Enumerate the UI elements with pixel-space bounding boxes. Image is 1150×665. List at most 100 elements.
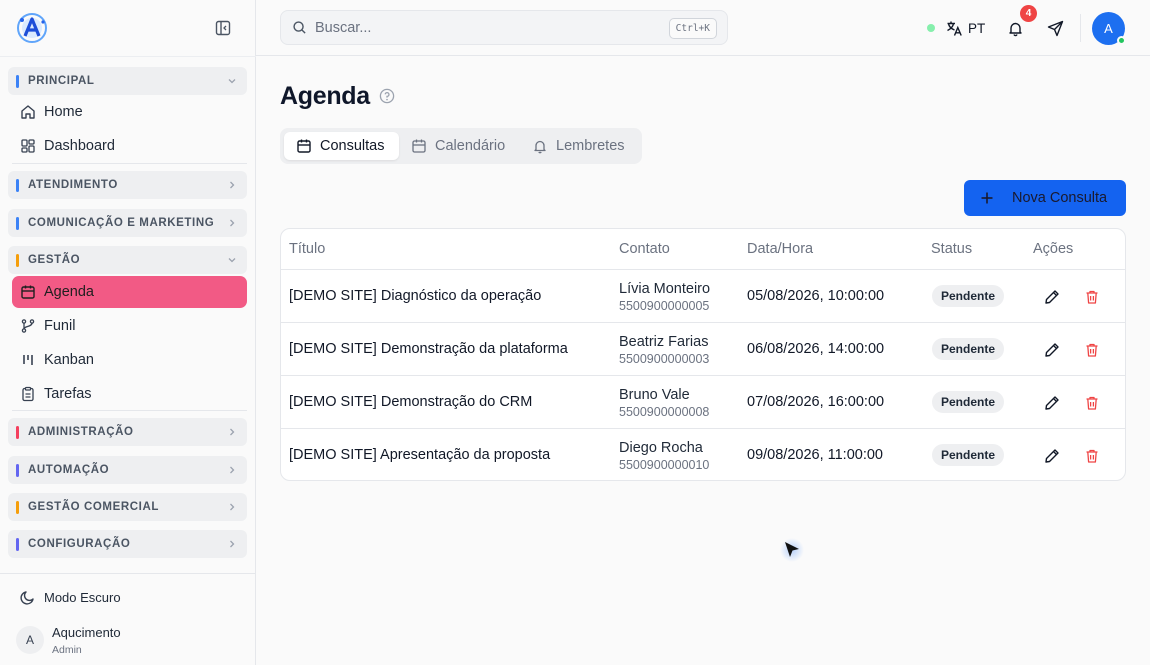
delete-button[interactable]	[1081, 286, 1103, 308]
online-status-dot	[927, 24, 935, 32]
calendar-icon	[296, 138, 312, 154]
contact-cell: Beatriz Farias 5500900000003	[619, 334, 709, 366]
sidebar-item-tarefas[interactable]: Tarefas	[12, 378, 247, 410]
table-header: Título Contato Data/Hora Status Ações	[281, 229, 1125, 270]
search-box[interactable]: Ctrl+K	[280, 10, 728, 45]
delete-button[interactable]	[1081, 392, 1103, 414]
dark-mode-toggle[interactable]: Modo Escuro	[12, 584, 247, 610]
section-comunicacao-marketing[interactable]: COMUNICAÇÃO E MARKETING	[8, 209, 247, 237]
sidebar-item-kanban[interactable]: Kanban	[12, 344, 247, 376]
language-code: PT	[968, 20, 986, 36]
section-color-bar	[16, 253, 19, 267]
sidebar-footer: Modo Escuro A Aqucimento Admin	[0, 573, 256, 665]
section-color-bar	[16, 74, 19, 88]
appointment-title: [DEMO SITE] Diagnóstico da operação	[289, 288, 542, 304]
column-header-status: Status	[931, 241, 973, 257]
table-row[interactable]: [DEMO SITE] Diagnóstico da operação Lívi…	[281, 270, 1125, 323]
help-icon[interactable]	[379, 88, 395, 104]
topbar: Ctrl+K PT 4 A	[256, 0, 1150, 56]
translate-icon	[947, 21, 962, 36]
section-color-bar	[16, 178, 19, 192]
new-consultation-button[interactable]: Nova Consulta	[964, 180, 1126, 216]
section-principal[interactable]: PRINCIPAL	[8, 67, 247, 95]
contact-cell: Bruno Vale 5500900000008	[619, 387, 709, 419]
calendar-icon	[411, 138, 427, 154]
contact-phone: 5500900000010	[619, 458, 710, 472]
appointment-datetime: 06/08/2026, 14:00:00	[747, 341, 885, 357]
user-profile[interactable]: A Aqucimento Admin	[16, 620, 246, 660]
status-badge: Pendente	[932, 391, 1005, 413]
tab-consultas[interactable]: Consultas	[284, 132, 399, 160]
clipboard-icon	[20, 386, 36, 402]
section-gestao[interactable]: GESTÃO	[8, 246, 247, 274]
sidebar-item-home[interactable]: Home	[12, 96, 247, 128]
section-automacao[interactable]: AUTOMAÇÃO	[8, 456, 247, 484]
section-label: GESTÃO	[28, 254, 81, 266]
table-row[interactable]: [DEMO SITE] Demonstração da plataforma B…	[281, 323, 1125, 376]
chevron-right-icon	[230, 428, 235, 436]
section-label: GESTÃO COMERCIAL	[28, 501, 159, 513]
column-header-datetime: Data/Hora	[747, 241, 814, 257]
chevron-down-icon	[228, 258, 236, 263]
contact-cell: Lívia Monteiro 5500900000005	[619, 281, 710, 313]
status-badge: Pendente	[932, 285, 1005, 307]
column-header-contact: Contato	[619, 241, 670, 257]
sidebar: PRINCIPAL Home Dashboard ATENDIMENTO COM…	[0, 0, 256, 665]
section-atendimento[interactable]: ATENDIMENTO	[8, 171, 247, 199]
tab-calendario[interactable]: Calendário	[399, 132, 517, 160]
pencil-icon	[1045, 290, 1059, 304]
search-input[interactable]	[315, 19, 645, 36]
user-meta: Aqucimento Admin	[52, 625, 121, 656]
tab-lembretes[interactable]: Lembretes	[520, 132, 638, 160]
app-logo[interactable]	[14, 10, 50, 46]
appointments-table: Título Contato Data/Hora Status Ações [D…	[280, 228, 1126, 481]
sidebar-item-label: Funil	[44, 318, 76, 334]
edit-button[interactable]	[1041, 339, 1063, 361]
moon-icon	[20, 589, 36, 605]
sidebar-toggle-icon	[215, 20, 231, 36]
edit-button[interactable]	[1041, 392, 1063, 414]
section-administracao[interactable]: ADMINISTRAÇÃO	[8, 418, 247, 446]
table-row[interactable]: [DEMO SITE] Demonstração do CRM Bruno Va…	[281, 376, 1125, 429]
section-color-bar	[16, 216, 19, 230]
bell-icon	[532, 138, 548, 154]
column-header-actions: Ações	[1033, 241, 1074, 257]
status-badge: Pendente	[932, 338, 1005, 360]
delete-button[interactable]	[1081, 339, 1103, 361]
delete-button[interactable]	[1081, 445, 1103, 467]
user-name: Aqucimento	[52, 624, 121, 640]
avatar: A	[16, 626, 44, 654]
sidebar-item-dashboard[interactable]: Dashboard	[12, 130, 247, 162]
shortcut-hint: Ctrl+K	[668, 18, 717, 39]
divider	[1080, 14, 1081, 42]
column-header-title: Título	[289, 241, 326, 257]
language-button[interactable]: PT	[946, 16, 985, 40]
send-button[interactable]	[1044, 17, 1066, 39]
appointment-title: [DEMO SITE] Apresentação da proposta	[289, 447, 551, 463]
edit-button[interactable]	[1041, 286, 1063, 308]
section-color-bar	[16, 500, 19, 514]
collapse-sidebar-button[interactable]	[212, 17, 234, 39]
section-label: ADMINISTRAÇÃO	[28, 426, 134, 438]
section-label: ATENDIMENTO	[28, 179, 118, 191]
sidebar-item-funil[interactable]: Funil	[12, 310, 247, 342]
section-label: AUTOMAÇÃO	[28, 464, 110, 476]
edit-button[interactable]	[1041, 445, 1063, 467]
section-gestao-comercial[interactable]: GESTÃO COMERCIAL	[8, 493, 247, 521]
pencil-icon	[1045, 396, 1059, 410]
trash-icon	[1086, 343, 1098, 357]
trash-icon	[1086, 396, 1098, 410]
send-icon	[1047, 20, 1063, 36]
sidebar-item-agenda[interactable]: Agenda	[12, 276, 247, 308]
page-title: Agenda	[280, 82, 370, 110]
tab-label: Calendário	[435, 138, 506, 154]
section-color-bar	[16, 425, 19, 439]
table-row[interactable]: [DEMO SITE] Apresentação da proposta Die…	[281, 429, 1125, 480]
tab-label: Lembretes	[556, 138, 625, 154]
search-icon	[293, 21, 306, 34]
contact-name: Bruno Vale	[619, 387, 690, 403]
kanban-icon	[20, 352, 36, 368]
appointment-title: [DEMO SITE] Demonstração da plataforma	[289, 341, 568, 357]
section-configuracao[interactable]: CONFIGURAÇÃO	[8, 530, 247, 558]
chevron-right-icon	[230, 181, 235, 189]
